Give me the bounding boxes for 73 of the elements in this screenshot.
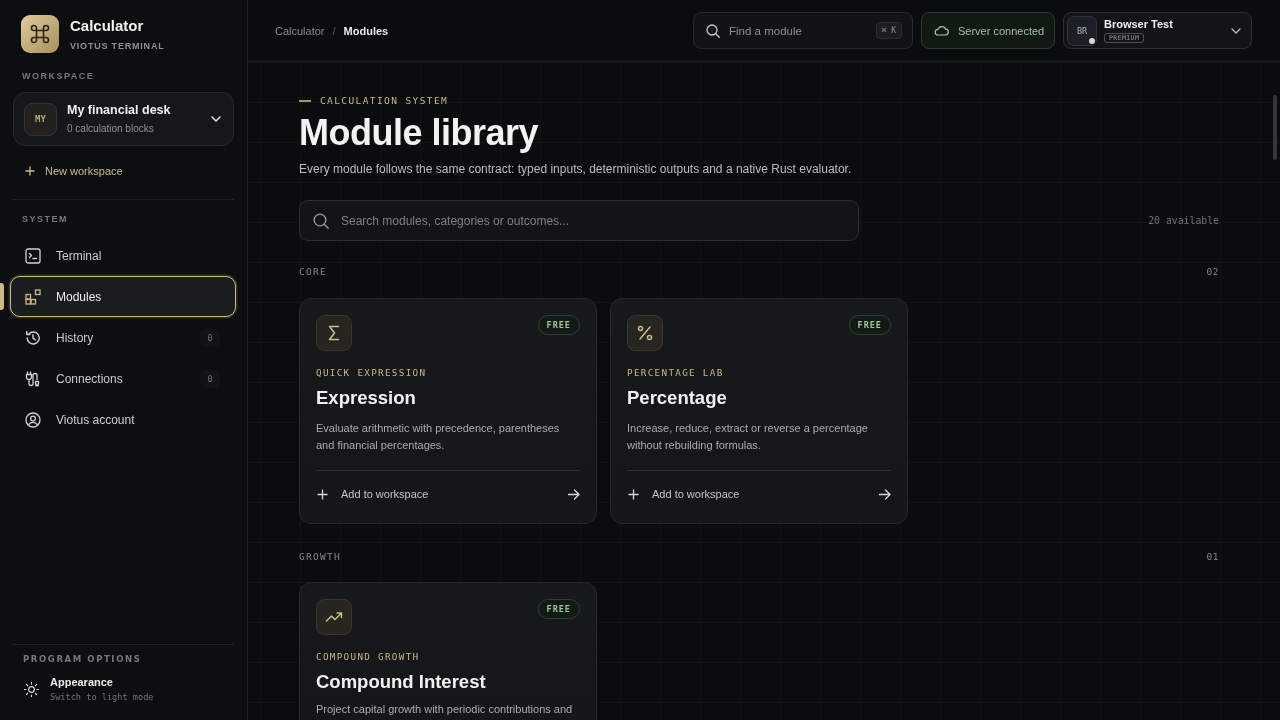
add-to-workspace-button[interactable]: Add to workspace — [627, 483, 891, 505]
nav-item[interactable]: Modules — [10, 276, 236, 317]
shortcut-hint: ⌘ K — [875, 22, 902, 39]
workspace-detail: 0 calculation blocks — [67, 122, 155, 135]
section-title: CORE — [299, 266, 328, 278]
eyebrow-label: CALCULATION SYSTEM — [320, 95, 449, 107]
price-badge: FREE — [537, 599, 580, 619]
chevron-down-icon — [1231, 27, 1241, 34]
arrow-right-icon — [568, 488, 580, 500]
appearance-hint: Switch to light mode — [50, 692, 154, 703]
price-badge: FREE — [848, 315, 891, 335]
workspace-name: My financial desk — [67, 103, 172, 118]
module-description: Project capital growth with periodic contributions and — [316, 702, 574, 717]
blocks-icon — [25, 288, 41, 305]
nav-item[interactable]: Connections 0 — [10, 358, 236, 399]
plus-icon — [628, 488, 639, 500]
breadcrumb-current: Modules — [343, 24, 389, 37]
module-search-field[interactable]: Search modules, categories or outcomes... — [299, 200, 859, 241]
count-badge: 0 — [200, 369, 220, 388]
appearance-toggle[interactable]: Appearance Switch to light mode — [13, 676, 154, 703]
server-status-button[interactable]: Server connected — [921, 12, 1055, 49]
user-circle-icon — [25, 411, 41, 428]
nav-item[interactable]: History 0 — [10, 317, 236, 358]
section-label: PROGRAM OPTIONS — [22, 653, 143, 665]
app-subtitle: VIOTUS TERMINAL — [70, 39, 165, 52]
page-title: Module library — [299, 113, 540, 153]
section-title: GROWTH — [299, 551, 342, 563]
plus-icon — [25, 166, 35, 176]
section-label: SYSTEM — [21, 213, 69, 225]
section-count: 01 — [1206, 551, 1219, 563]
module-kicker: QUICK EXPRESSION — [316, 367, 428, 379]
arrow-right-icon — [879, 488, 891, 500]
nav-item[interactable]: Terminal — [10, 235, 236, 276]
cloud-icon — [934, 25, 949, 36]
user-avatar: BR — [1067, 15, 1097, 46]
module-title: Percentage — [627, 386, 728, 410]
search-icon — [313, 212, 329, 229]
section-label: WORKSPACE — [21, 70, 96, 82]
search-icon — [706, 23, 720, 38]
chevron-down-icon — [211, 116, 221, 122]
workspace-switcher[interactable]: MY My financial desk 0 calculation blocks — [13, 92, 234, 146]
user-name: Browser Test — [1104, 18, 1173, 31]
breadcrumb-link[interactable]: Calculator — [275, 24, 325, 37]
status-dot-icon — [1089, 37, 1095, 44]
section-count: 02 — [1206, 266, 1219, 278]
breadcrumb-separator: / — [332, 24, 336, 37]
module-title: Expression — [316, 386, 417, 410]
active-indicator — [0, 283, 4, 310]
plus-icon — [317, 488, 328, 500]
module-kicker: COMPOUND GROWTH — [316, 651, 421, 663]
sigma-icon — [316, 315, 352, 351]
page-description: Every module follows the same contract: typed inputs, deterministic outputs and a native Rust evaluator. — [299, 161, 853, 178]
module-title: Compound Interest — [316, 670, 487, 694]
new-workspace-button[interactable]: New workspace — [13, 163, 234, 179]
scrollbar-thumb[interactable] — [1273, 95, 1277, 160]
nav-item[interactable]: Viotus account — [10, 399, 236, 440]
command-icon — [21, 15, 59, 53]
plug-cable-icon — [25, 370, 41, 387]
sun-icon — [24, 682, 39, 697]
count-badge: 0 — [200, 328, 220, 347]
module-kicker: PERCENTAGE LAB — [627, 367, 725, 379]
terminal-icon — [25, 247, 41, 264]
add-to-workspace-button[interactable]: Add to workspace — [316, 483, 580, 505]
appearance-title: Appearance — [50, 676, 114, 689]
percent-icon — [627, 315, 663, 351]
module-description: Increase, reduce, extract or reverse a percentage without rebuilding formulas. — [627, 421, 869, 453]
workspace-initials: MY — [24, 102, 57, 136]
app-title: Calculator — [70, 16, 145, 35]
price-badge: FREE — [537, 315, 580, 335]
available-count: 20 available — [1148, 215, 1219, 226]
trend-up-icon — [316, 599, 352, 635]
history-icon — [25, 329, 41, 346]
module-description: Evaluate arithmetic with precedence, parentheses and financial percentages. — [316, 421, 561, 453]
